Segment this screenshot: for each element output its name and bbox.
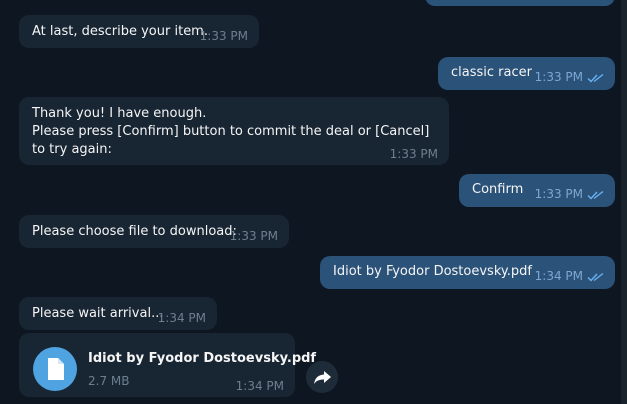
read-checkmarks-icon xyxy=(587,73,604,83)
message-incoming[interactable]: Thank you! I have enough. Please press [… xyxy=(19,97,449,165)
message-outgoing[interactable]: Confirm 1:33 PM xyxy=(459,174,615,207)
message-outgoing[interactable]: classic racer 1:33 PM xyxy=(438,57,615,90)
message-incoming[interactable]: Please choose file to download: 1:33 PM xyxy=(19,215,289,248)
message-text: Confirm xyxy=(472,182,524,197)
time-label: 1:33 PM xyxy=(534,187,583,201)
message-time: 1:34 PM xyxy=(157,311,206,325)
message-time: 1:33 PM xyxy=(389,147,438,161)
message-time: 1:34 PM xyxy=(535,268,605,285)
message-time: 1:33 PM xyxy=(199,29,248,43)
message-time: 1:33 PM xyxy=(535,186,605,203)
message-text: At last, describe your item. xyxy=(32,24,208,39)
message-incoming[interactable]: Please wait arrival... 1:34 PM xyxy=(19,297,217,330)
file-name[interactable]: Idiot by Fyodor Dostoevsky.pdf xyxy=(88,350,316,367)
scrollbar[interactable] xyxy=(621,0,627,404)
file-message[interactable]: Idiot by Fyodor Dostoevsky.pdf 2.7 MB 1:… xyxy=(19,333,316,397)
message-text: Please wait arrival... xyxy=(32,306,164,321)
time-label: 1:33 PM xyxy=(534,70,583,84)
forward-button[interactable] xyxy=(306,361,338,393)
message-text: classic racer xyxy=(451,65,532,80)
message-incoming[interactable]: At last, describe your item. 1:33 PM xyxy=(19,15,259,48)
message-text: Idiot by Fyodor Dostoevsky.pdf xyxy=(333,264,532,279)
forward-arrow-icon xyxy=(314,371,331,384)
message-outgoing[interactable]: Idiot by Fyodor Dostoevsky.pdf 1:34 PM xyxy=(320,256,615,289)
partial-outgoing-message xyxy=(425,0,615,6)
message-time: 1:33 PM xyxy=(535,69,605,86)
file-size: 2.7 MB xyxy=(88,374,130,388)
message-time: 1:34 PM xyxy=(235,379,284,393)
message-text: Please choose file to download: xyxy=(32,224,237,239)
time-label: 1:34 PM xyxy=(534,269,583,283)
read-checkmarks-icon xyxy=(587,190,604,200)
document-icon[interactable] xyxy=(33,347,77,391)
message-text: Thank you! I have enough. Please press [… xyxy=(32,106,430,157)
message-time: 1:33 PM xyxy=(229,229,278,243)
read-checkmarks-icon xyxy=(587,272,604,282)
